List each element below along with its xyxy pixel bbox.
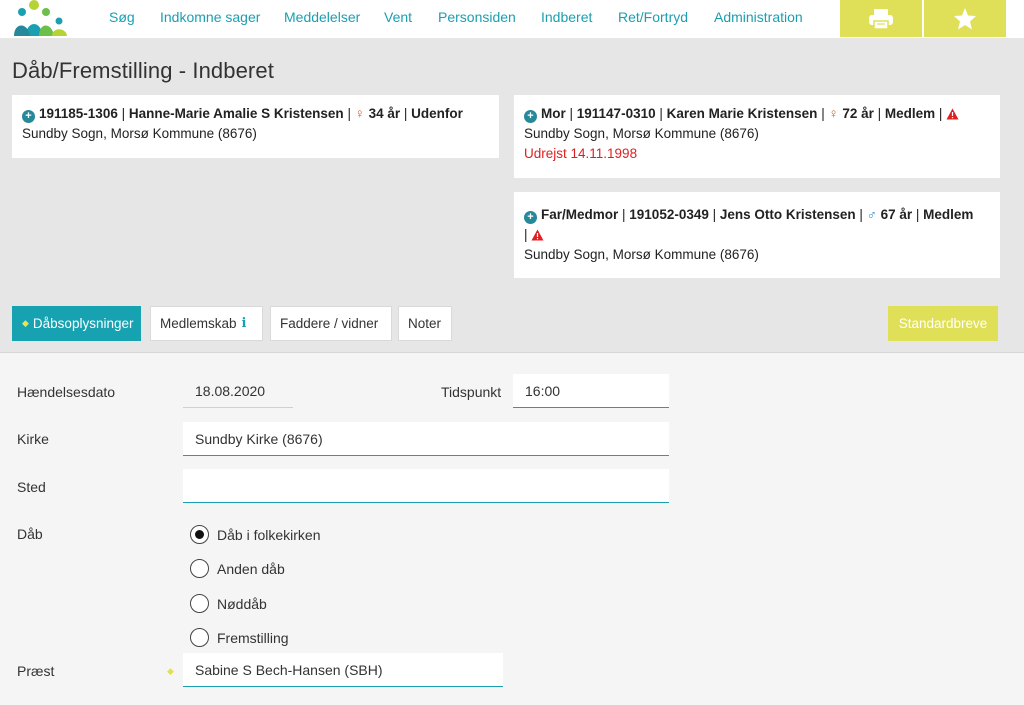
father-age: 67 år [880, 207, 913, 222]
event-date-value: 18.08.2020 [183, 374, 293, 408]
required-marker-icon: ◆ [22, 318, 29, 328]
person-card-child-header: +191185-1306 | Hanne-Marie Amalie S Kris… [22, 104, 489, 124]
priest-label: Præst [17, 663, 55, 679]
child-name: Hanne-Marie Amalie S Kristensen [128, 106, 344, 121]
nav-link-undo[interactable]: Ret/Fortryd [618, 9, 688, 25]
tab-label: Faddere / vidner [280, 316, 379, 331]
child-address: Sundby Sogn, Morsø Kommune (8676) [22, 126, 257, 141]
father-cpr: 191052-0349 [629, 207, 709, 222]
radio-emergency-baptism[interactable]: Nøddåb [190, 594, 267, 613]
father-address: Sundby Sogn, Morsø Kommune (8676) [524, 247, 759, 262]
nav-link-person-page[interactable]: Personsiden [438, 9, 516, 25]
nav-link-wait[interactable]: Vent [384, 9, 412, 25]
child-cpr: 191185-1306 [39, 106, 118, 121]
info-icon: i [241, 316, 247, 331]
father-role: Far/Medmor [541, 207, 619, 222]
mother-age: 72 år [842, 106, 874, 121]
mother-role: Mor [541, 106, 566, 121]
radio-presentation[interactable]: Fremstilling [190, 628, 289, 647]
mother-cpr: 191147-0310 [576, 106, 656, 121]
person-card-mother: + Mor | 191147-0310 | Karen Marie Kristen… [514, 95, 1000, 178]
favorite-button[interactable] [924, 0, 1006, 37]
person-card-father-header: + Far/Medmor | 191052-0349 | Jens Otto Kr… [524, 205, 990, 225]
person-card-father: + Far/Medmor | 191052-0349 | Jens Otto Kr… [514, 192, 1000, 278]
tab-label: Dåbsoplysninger [32, 316, 134, 331]
place-label: Sted [17, 479, 46, 495]
father-warning-row: | [524, 225, 990, 245]
tab-baptism-info[interactable]: ◆ Dåbsoplysninger [12, 306, 141, 341]
nav-link-administration[interactable]: Administration [714, 9, 803, 25]
baptism-form [0, 352, 1024, 705]
time-input[interactable]: 16:00 [513, 374, 669, 408]
radio-label: Dåb i folkekirken [217, 526, 321, 543]
person-card-mother-header: + Mor | 191147-0310 | Karen Marie Kristen… [524, 104, 990, 124]
father-status: Medlem [923, 207, 974, 222]
child-age: 34 år [368, 106, 401, 121]
mother-emigration-note: Udrejst 14.11.1998 [524, 146, 638, 161]
tab-label: Medlemskab [160, 316, 237, 331]
printer-icon [869, 8, 893, 30]
church-input[interactable]: Sundby Kirke (8676) [183, 422, 669, 456]
tab-membership[interactable]: Medlemskab i [150, 306, 263, 341]
radio-label: Anden dåb [217, 560, 285, 577]
page-title: Dåb/Fremstilling - Indberet [12, 58, 274, 83]
priest-input[interactable]: Sabine S Bech-Hansen (SBH) [183, 653, 503, 687]
nav-link-incoming-cases[interactable]: Indkomne sager [160, 9, 260, 25]
radio-other-baptism[interactable]: Anden dåb [190, 559, 285, 578]
expand-icon[interactable]: + [524, 110, 537, 123]
print-button[interactable] [840, 0, 922, 37]
place-input[interactable] [183, 469, 669, 503]
church-label: Kirke [17, 431, 49, 447]
tab-notes[interactable]: Noter [398, 306, 452, 341]
male-icon: ♂ [866, 207, 877, 222]
required-marker-icon: ◆ [167, 666, 174, 676]
logo-icon [14, 0, 67, 36]
radio-baptism-folkekirken[interactable]: Dåb i folkekirken [190, 525, 321, 544]
radio-unselected-icon [190, 628, 209, 647]
baptism-label: Dåb [17, 526, 43, 542]
mother-status: Medlem [884, 106, 936, 121]
radio-label: Fremstilling [217, 629, 289, 646]
warning-icon [946, 108, 959, 120]
time-label: Tidspunkt [441, 384, 502, 400]
radio-selected-icon [190, 525, 209, 544]
nav-link-messages[interactable]: Meddelelser [284, 9, 360, 25]
radio-unselected-icon [190, 559, 209, 578]
star-icon [954, 7, 976, 29]
expand-icon[interactable]: + [524, 211, 537, 224]
child-status: Udenfor [411, 106, 463, 121]
standard-letters-button[interactable]: Standardbreve [888, 306, 998, 341]
mother-address: Sundby Sogn, Morsø Kommune (8676) [524, 126, 759, 141]
mother-name: Karen Marie Kristensen [666, 106, 818, 121]
expand-icon[interactable]: + [22, 110, 35, 123]
tab-godparents[interactable]: Faddere / vidner [270, 306, 392, 341]
female-icon: ♀ [828, 106, 839, 121]
nav-link-report[interactable]: Indberet [541, 9, 592, 25]
warning-icon [531, 229, 544, 241]
top-navigation-bar: Søg Indkomne sager Meddelelser Vent Pers… [0, 0, 1024, 38]
female-icon: ♀ [354, 106, 365, 121]
event-date-label: Hændelsesdato [17, 384, 116, 400]
person-card-child: +191185-1306 | Hanne-Marie Amalie S Kris… [12, 95, 499, 158]
tab-label: Noter [408, 316, 442, 331]
father-name: Jens Otto Kristensen [719, 207, 856, 222]
nav-link-search[interactable]: Søg [109, 9, 135, 25]
radio-label: Nøddåb [217, 595, 267, 612]
radio-unselected-icon [190, 594, 209, 613]
